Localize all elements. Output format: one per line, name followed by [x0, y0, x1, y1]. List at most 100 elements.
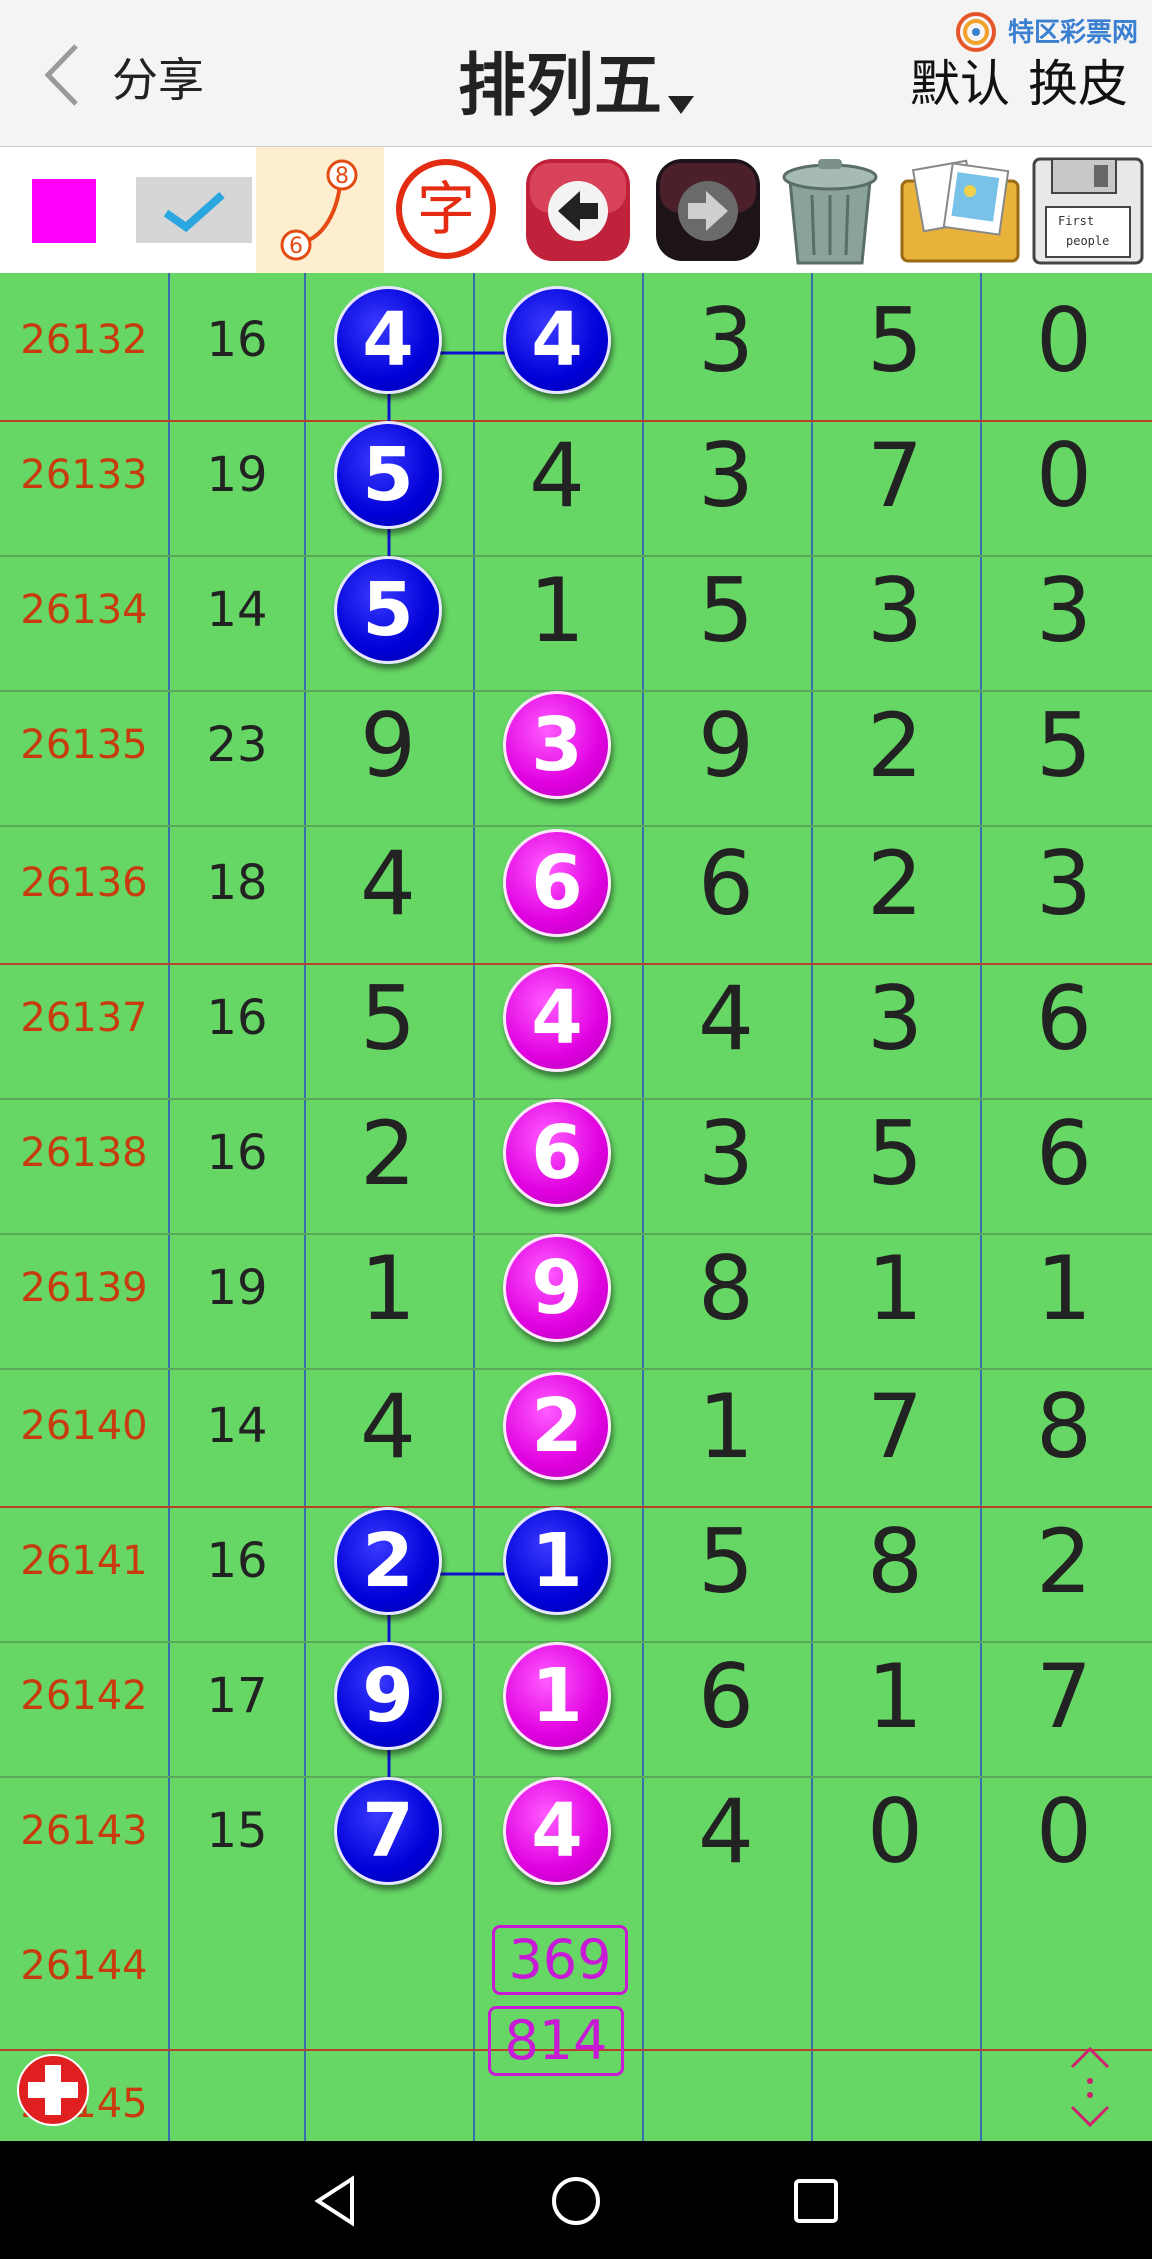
draw-digit[interactable]: 1 [811, 1221, 979, 1356]
blue-ball-digit[interactable]: 5 [334, 421, 442, 529]
magenta-ball-digit[interactable]: 3 [503, 691, 611, 799]
draw-digit[interactable]: 4 [304, 1359, 472, 1494]
draw-digit[interactable] [642, 1899, 810, 2034]
trash-icon [782, 159, 878, 265]
draw-digit[interactable] [811, 1899, 979, 2034]
save-button[interactable]: First people [1024, 147, 1152, 273]
pictures-button[interactable] [894, 147, 1024, 273]
draw-digit[interactable] [304, 1899, 472, 2034]
floppy-line-2: people [1066, 234, 1109, 248]
digit-sum: 15 [206, 1803, 268, 1859]
draw-digit[interactable]: 1 [980, 1221, 1148, 1356]
draw-digit[interactable]: 3 [811, 543, 979, 678]
magenta-ball-digit[interactable]: 2 [503, 1372, 611, 1480]
draw-digit[interactable]: 2 [304, 1086, 472, 1221]
period-number: 26132 [20, 317, 148, 363]
draw-digit[interactable]: 4 [642, 1764, 810, 1899]
draw-digit[interactable]: 0 [980, 273, 1148, 408]
digit-sum [170, 1899, 304, 2034]
floppy-save-icon: First people [1032, 157, 1144, 265]
draw-digit[interactable]: 1 [473, 543, 641, 678]
checkmark-button[interactable] [130, 147, 260, 273]
magenta-ball-digit[interactable]: 9 [503, 1234, 611, 1342]
nav-home-icon[interactable] [550, 2175, 602, 2227]
draw-digit[interactable]: 0 [811, 1764, 979, 1899]
scroll-updown-icon[interactable] [1066, 2045, 1114, 2129]
delete-button[interactable] [766, 147, 892, 273]
blue-ball-digit[interactable]: 4 [503, 286, 611, 394]
magenta-ball-digit[interactable]: 1 [503, 1642, 611, 1750]
arrow-right-icon [656, 159, 760, 261]
table-row: 26142 17 9 1 6 1 7 [0, 1629, 1152, 1764]
draw-digit[interactable]: 3 [980, 816, 1148, 951]
prediction-box[interactable]: 369 [492, 1925, 628, 1995]
draw-digit[interactable]: 7 [980, 1629, 1148, 1764]
nav-recents-icon[interactable] [792, 2177, 840, 2225]
text-mode-button[interactable]: 字 [388, 147, 510, 273]
draw-digit[interactable]: 8 [811, 1494, 979, 1629]
blue-ball-digit[interactable]: 2 [334, 1507, 442, 1615]
draw-digit[interactable]: 5 [642, 1494, 810, 1629]
draw-digit[interactable]: 2 [811, 678, 979, 813]
blue-ball-digit[interactable]: 1 [503, 1507, 611, 1615]
prediction-box[interactable]: 814 [488, 2006, 624, 2076]
blue-ball-digit[interactable]: 9 [334, 1642, 442, 1750]
draw-digit[interactable]: 5 [980, 678, 1148, 813]
next-button[interactable] [648, 147, 770, 273]
nav-back-icon[interactable] [312, 2175, 360, 2227]
draw-digit[interactable]: 0 [980, 1764, 1148, 1899]
draw-digit[interactable]: 3 [811, 951, 979, 1086]
draw-digit[interactable]: 1 [811, 1629, 979, 1764]
back-chevron-icon[interactable] [42, 42, 82, 108]
draw-digit[interactable]: 6 [980, 951, 1148, 1086]
magenta-ball-digit[interactable]: 6 [503, 1099, 611, 1207]
draw-digit[interactable]: 8 [980, 1359, 1148, 1494]
draw-digit[interactable] [980, 1899, 1148, 2034]
badge-top: 8 [335, 164, 349, 189]
system-navigation-bar [0, 2141, 1152, 2259]
blue-ball-digit[interactable]: 7 [334, 1777, 442, 1885]
draw-digit[interactable]: 9 [642, 678, 810, 813]
draw-digit[interactable]: 4 [473, 408, 641, 543]
draw-digit[interactable]: 1 [304, 1221, 472, 1356]
draw-digit[interactable]: 6 [642, 1629, 810, 1764]
connect-line-button[interactable]: 8 6 [256, 147, 384, 273]
draw-digit[interactable]: 1 [642, 1359, 810, 1494]
draw-digit[interactable]: 3 [642, 408, 810, 543]
draw-digit[interactable]: 3 [642, 1086, 810, 1221]
draw-digit[interactable]: 0 [980, 408, 1148, 543]
draw-digit[interactable]: 6 [980, 1086, 1148, 1221]
magenta-ball-digit[interactable]: 4 [503, 964, 611, 1072]
draw-digit[interactable]: 2 [980, 1494, 1148, 1629]
draw-digit[interactable]: 8 [642, 1221, 810, 1356]
draw-digit[interactable]: 5 [642, 543, 810, 678]
draw-digit[interactable]: 4 [642, 951, 810, 1086]
draw-digit[interactable]: 9 [304, 678, 472, 813]
color-swatch-button[interactable] [0, 147, 128, 273]
draw-digit[interactable]: 7 [811, 408, 979, 543]
arrow-left-icon [526, 159, 630, 261]
draw-digit[interactable]: 3 [980, 543, 1148, 678]
default-button[interactable]: 默认 [910, 44, 1010, 116]
blue-ball-digit[interactable]: 5 [334, 556, 442, 664]
blue-ball-digit[interactable]: 4 [334, 286, 442, 394]
magenta-ball-digit[interactable]: 4 [503, 1777, 611, 1885]
draw-digit[interactable]: 5 [304, 951, 472, 1086]
draw-digit[interactable]: 7 [811, 1359, 979, 1494]
lottery-type-dropdown[interactable]: 排列五 [458, 30, 695, 129]
draw-digit[interactable]: 2 [811, 816, 979, 951]
draw-digit[interactable]: 5 [811, 1086, 979, 1221]
magenta-ball-digit[interactable]: 6 [503, 829, 611, 937]
draw-digit[interactable]: 5 [811, 273, 979, 408]
share-button[interactable]: 分享 [112, 44, 204, 110]
draw-digit[interactable]: 4 [304, 816, 472, 951]
draw-digit[interactable]: 3 [642, 273, 810, 408]
period-number: 26136 [20, 860, 148, 906]
change-skin-button[interactable]: 换皮 [1028, 44, 1128, 116]
digit-sum: 16 [206, 312, 268, 368]
draw-digit[interactable]: 6 [642, 816, 810, 951]
add-button-icon[interactable] [16, 2053, 90, 2127]
color-swatch-icon [32, 179, 96, 243]
period-number: 26140 [20, 1403, 148, 1449]
previous-button[interactable] [518, 147, 640, 273]
